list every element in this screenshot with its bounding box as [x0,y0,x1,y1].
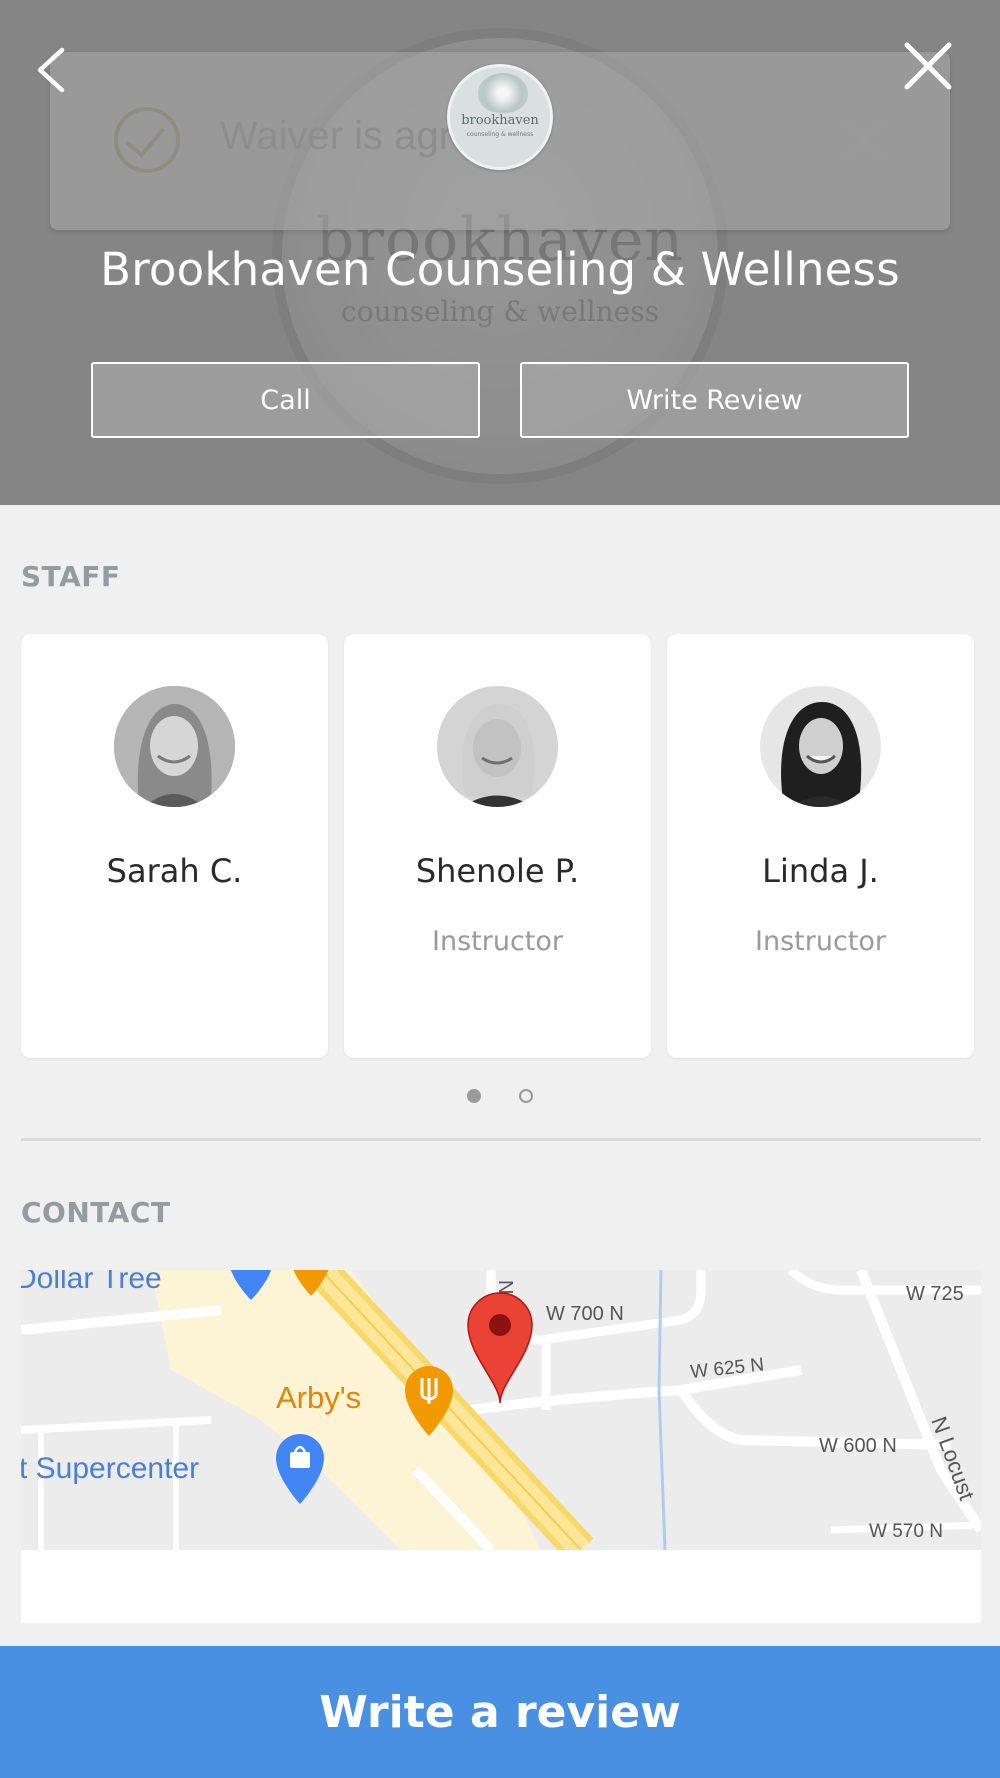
toast-close-icon[interactable] [840,114,890,164]
section-divider [21,1138,981,1141]
staff-card[interactable]: Linda J. Instructor [667,634,974,1058]
avatar [760,686,881,807]
contact-card: Dollar Tree Arby's t Supercenter W 700 N… [21,1270,981,1623]
map-label-w700n: W 700 N [546,1303,624,1325]
staff-card[interactable]: Shenole P. Instructor [344,634,651,1058]
call-button[interactable]: Call [91,362,480,438]
map-label-w725: W 725 [906,1283,964,1305]
staff-section-title: STAFF [21,560,121,593]
staff-name: Linda J. [762,852,879,890]
write-a-review-button[interactable]: Write a review [0,1646,1000,1778]
staff-card[interactable]: Sarah C. [21,634,328,1058]
carousel-pagination [0,1089,1000,1103]
staff-name: Shenole P. [415,852,580,890]
close-icon [904,42,952,90]
tree-icon [478,73,528,113]
business-logo: brookhaven counseling & wellness [447,64,553,170]
contact-section-title: CONTACT [21,1196,171,1229]
staff-carousel[interactable]: Sarah C. Shenole P. Instructor Linda J. … [21,634,981,1058]
logo-name: brookhaven [461,113,539,128]
check-circle-icon [114,107,180,173]
avatar [114,686,235,807]
staff-role: Instructor [755,926,886,957]
logo-tagline: counseling & wellness [466,131,534,138]
map-label-dollar-tree: Dollar Tree [21,1270,162,1295]
write-review-button[interactable]: Write Review [520,362,909,438]
page-dot-1[interactable] [467,1089,481,1103]
map-label-n-street: N [494,1280,516,1294]
back-button[interactable] [30,45,80,95]
staff-role: Instructor [432,926,563,957]
avatar [437,686,558,807]
map-label-w570n: W 570 N [869,1521,943,1542]
location-map[interactable]: Dollar Tree Arby's t Supercenter W 700 N… [21,1270,981,1550]
map-label-arbys: Arby's [276,1380,361,1415]
staff-name: Sarah C. [106,852,243,890]
business-name: Brookhaven Counseling & Wellness [100,243,900,296]
page-dot-2[interactable] [519,1089,533,1103]
close-button[interactable] [902,40,954,92]
map-label-supercenter: t Supercenter [21,1452,199,1485]
hero-header: brookhaven counseling & wellness Waiver … [0,0,1000,505]
map-label-w600n: W 600 N [819,1435,897,1457]
chevron-left-icon [37,47,65,93]
